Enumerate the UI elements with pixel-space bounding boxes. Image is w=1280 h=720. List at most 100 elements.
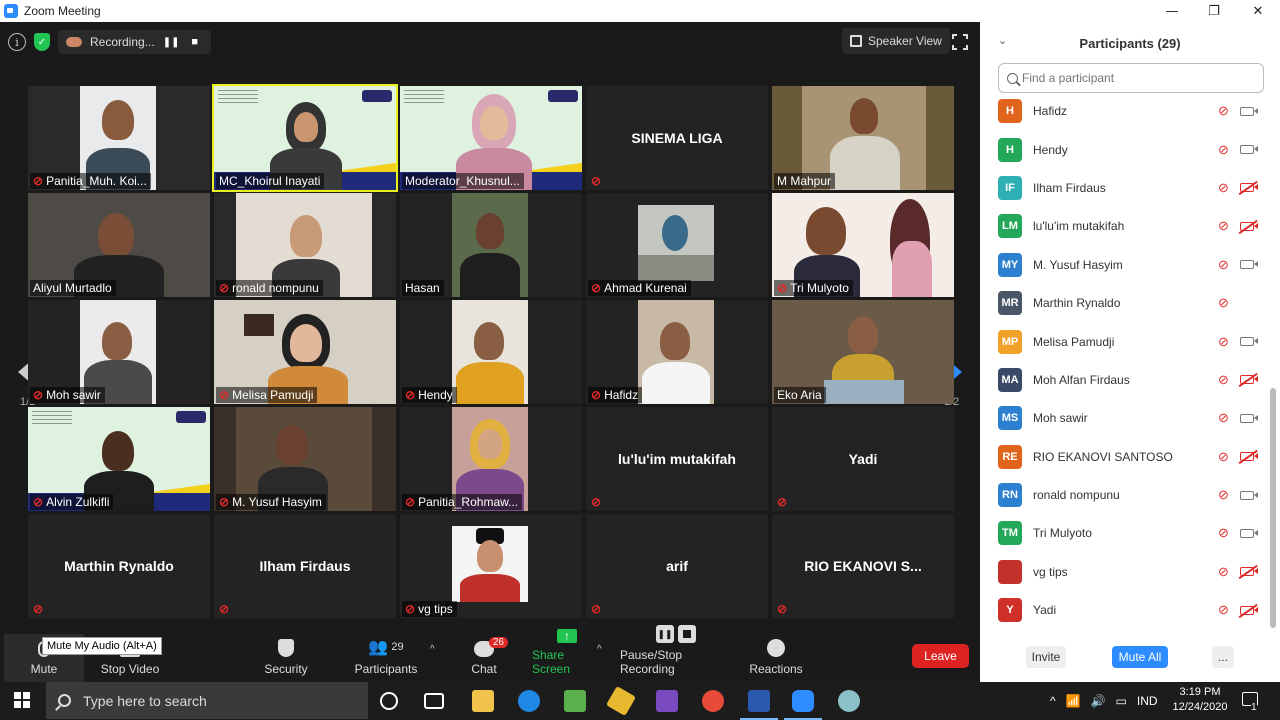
- share-options-chevron-icon[interactable]: ^: [597, 644, 602, 655]
- mic-muted-icon: ⊘: [405, 495, 416, 509]
- security-button[interactable]: Security: [256, 634, 316, 682]
- volume-icon[interactable]: 🔊: [1091, 694, 1106, 708]
- video-tile[interactable]: Aliyul Murtadlo: [28, 193, 210, 297]
- zoom-taskbar-icon[interactable]: [784, 690, 822, 720]
- reactions-button[interactable]: Reactions: [748, 634, 804, 682]
- chrome-icon[interactable]: [702, 690, 724, 712]
- task-view-icon[interactable]: [424, 693, 444, 709]
- leave-button[interactable]: Leave: [912, 644, 969, 668]
- speaker-view-button[interactable]: Speaker View: [842, 28, 950, 54]
- participant-row[interactable]: RN ronald nompunu ⊘: [980, 476, 1270, 514]
- participant-row[interactable]: MS Moh sawir ⊘: [980, 399, 1270, 437]
- pause-recording-icon[interactable]: ❚❚: [163, 37, 180, 48]
- participant-row[interactable]: MR Marthin Rynaldo ⊘: [980, 284, 1270, 322]
- app-icon[interactable]: [605, 685, 637, 717]
- invite-button[interactable]: Invite: [1026, 646, 1066, 668]
- mic-muted-icon: ⊘: [777, 602, 788, 616]
- participants-label: Participants: [354, 662, 418, 676]
- video-tile[interactable]: Marthin Rynaldo ⊘: [28, 514, 210, 618]
- video-camera-icon: [1240, 260, 1258, 270]
- video-tile[interactable]: SINEMA LIGA ⊘: [586, 86, 768, 190]
- fullscreen-icon[interactable]: [951, 33, 969, 51]
- video-tile-active-speaker[interactable]: MC_Khoirul Inayati: [212, 84, 398, 192]
- mic-muted-icon: ⊘: [1218, 333, 1229, 349]
- participant-list-scrollbar[interactable]: [1270, 388, 1276, 628]
- minimize-button[interactable]: —: [1150, 0, 1194, 22]
- battery-icon[interactable]: ▭: [1116, 694, 1127, 708]
- participant-row[interactable]: H Hafidz ⊘: [980, 92, 1270, 130]
- mic-muted-icon: ⊘: [1218, 602, 1229, 618]
- participant-row[interactable]: TM Tri Mulyoto ⊘: [980, 514, 1270, 552]
- more-options-button[interactable]: ...: [1212, 646, 1234, 668]
- video-tile[interactable]: ⊘ Ahmad Kurenai: [586, 193, 768, 297]
- mic-muted-icon: ⊘: [1218, 179, 1229, 195]
- pause-stop-recording-button[interactable]: ❚❚ Pause/Stop Recording: [620, 625, 732, 682]
- participants-button[interactable]: 👥 29 Participants: [350, 634, 422, 682]
- participant-name: RIO EKANOVI SANTOSO: [1033, 449, 1173, 464]
- participant-row[interactable]: vg tips ⊘: [980, 553, 1270, 591]
- video-tile[interactable]: lu'lu'im mutakifah ⊘: [586, 407, 768, 511]
- video-tile[interactable]: Hasan: [400, 193, 582, 297]
- encryption-shield-icon[interactable]: ✓: [34, 33, 50, 51]
- show-hidden-icons-chevron-icon[interactable]: ^: [1050, 694, 1056, 708]
- info-icon[interactable]: i: [8, 33, 26, 51]
- participant-row[interactable]: MP Melisa Pamudji ⊘: [980, 322, 1270, 360]
- taskbar-search-box[interactable]: Type here to search: [46, 682, 368, 719]
- video-tile[interactable]: ⊘ Hendy: [400, 300, 582, 404]
- participant-name-label: Moderator_Khusnul...: [402, 173, 524, 189]
- file-explorer-icon[interactable]: [472, 690, 494, 712]
- mic-muted-icon: ⊘: [33, 602, 44, 616]
- participant-name: vg tips: [1033, 564, 1068, 579]
- cortana-icon[interactable]: [380, 692, 398, 710]
- participant-row[interactable]: MA Moh Alfan Firdaus ⊘: [980, 361, 1270, 399]
- mic-muted-icon: ⊘: [219, 388, 230, 402]
- input-language-indicator[interactable]: IND: [1137, 694, 1158, 708]
- visual-studio-icon[interactable]: [656, 690, 678, 712]
- network-icon[interactable]: 📶: [1066, 694, 1081, 708]
- participants-options-chevron-icon[interactable]: ^: [430, 644, 435, 655]
- video-tile[interactable]: arif ⊘: [586, 514, 768, 618]
- video-tile[interactable]: ⊘ Alvin Zulkifli: [28, 407, 210, 511]
- participant-row[interactable]: LM lu'lu'im mutakifah ⊘: [980, 207, 1270, 245]
- share-screen-button[interactable]: ↑ Share Screen: [532, 629, 602, 682]
- video-tile[interactable]: ⊘ Hafidz: [586, 300, 768, 404]
- share-screen-icon: ↑: [557, 629, 577, 643]
- participant-row[interactable]: Y Yadi ⊘: [980, 591, 1270, 629]
- taskbar-search-placeholder: Type here to search: [83, 692, 207, 709]
- maximize-button[interactable]: ❐: [1192, 0, 1236, 22]
- participant-search-input[interactable]: [1022, 71, 1252, 85]
- paint-icon[interactable]: [838, 690, 860, 712]
- video-tile[interactable]: RIO EKANOVI S... ⊘: [772, 514, 954, 618]
- taskbar-clock[interactable]: 3:19 PM 12/24/2020: [1166, 685, 1234, 715]
- video-tile[interactable]: Moderator_Khusnul...: [400, 86, 582, 190]
- video-off-icon: [1240, 452, 1258, 462]
- stop-recording-icon[interactable]: ■: [187, 36, 203, 48]
- minecraft-icon[interactable]: [564, 690, 586, 712]
- video-tile[interactable]: ⊘ M. Yusuf Hasyim: [214, 407, 396, 511]
- mute-all-button[interactable]: Mute All: [1112, 646, 1168, 668]
- video-tile[interactable]: ⊘ Panitia_Muh. Koi...: [28, 86, 210, 190]
- video-tile[interactable]: Eko Aria: [772, 300, 954, 404]
- participant-name: lu'lu'im mutakifah: [1033, 219, 1125, 234]
- chat-button[interactable]: 26 Chat: [464, 634, 508, 682]
- edge-browser-icon[interactable]: [518, 690, 540, 712]
- close-button[interactable]: ✕: [1236, 0, 1280, 22]
- window-title: Zoom Meeting: [24, 4, 101, 18]
- video-tile[interactable]: ⊘ Melisa Pamudji: [214, 300, 396, 404]
- participant-search-field[interactable]: [998, 63, 1264, 93]
- video-tile[interactable]: M Mahpur: [772, 86, 954, 190]
- video-tile[interactable]: ⊘ Tri Mulyoto: [772, 193, 954, 297]
- video-tile[interactable]: ⊘ Moh sawir: [28, 300, 210, 404]
- participant-name-label: ⊘ Panitia_Muh. Koi...: [30, 173, 151, 189]
- participant-row[interactable]: IF Ilham Firdaus ⊘: [980, 169, 1270, 207]
- video-tile[interactable]: ⊘ vg tips: [400, 514, 582, 618]
- video-tile[interactable]: Yadi ⊘: [772, 407, 954, 511]
- participant-row[interactable]: H Hendy ⊘: [980, 130, 1270, 168]
- participant-row[interactable]: MY M. Yusuf Hasyim ⊘: [980, 246, 1270, 284]
- word-icon[interactable]: [740, 690, 778, 720]
- participant-row[interactable]: RE RIO EKANOVI SANTOSO ⊘: [980, 438, 1270, 476]
- windows-start-icon[interactable]: [14, 692, 30, 708]
- video-tile[interactable]: Ilham Firdaus ⊘: [214, 514, 396, 618]
- video-tile[interactable]: ⊘ Panitia_Rohmaw...: [400, 407, 582, 511]
- video-tile[interactable]: ⊘ ronald nompunu: [214, 193, 396, 297]
